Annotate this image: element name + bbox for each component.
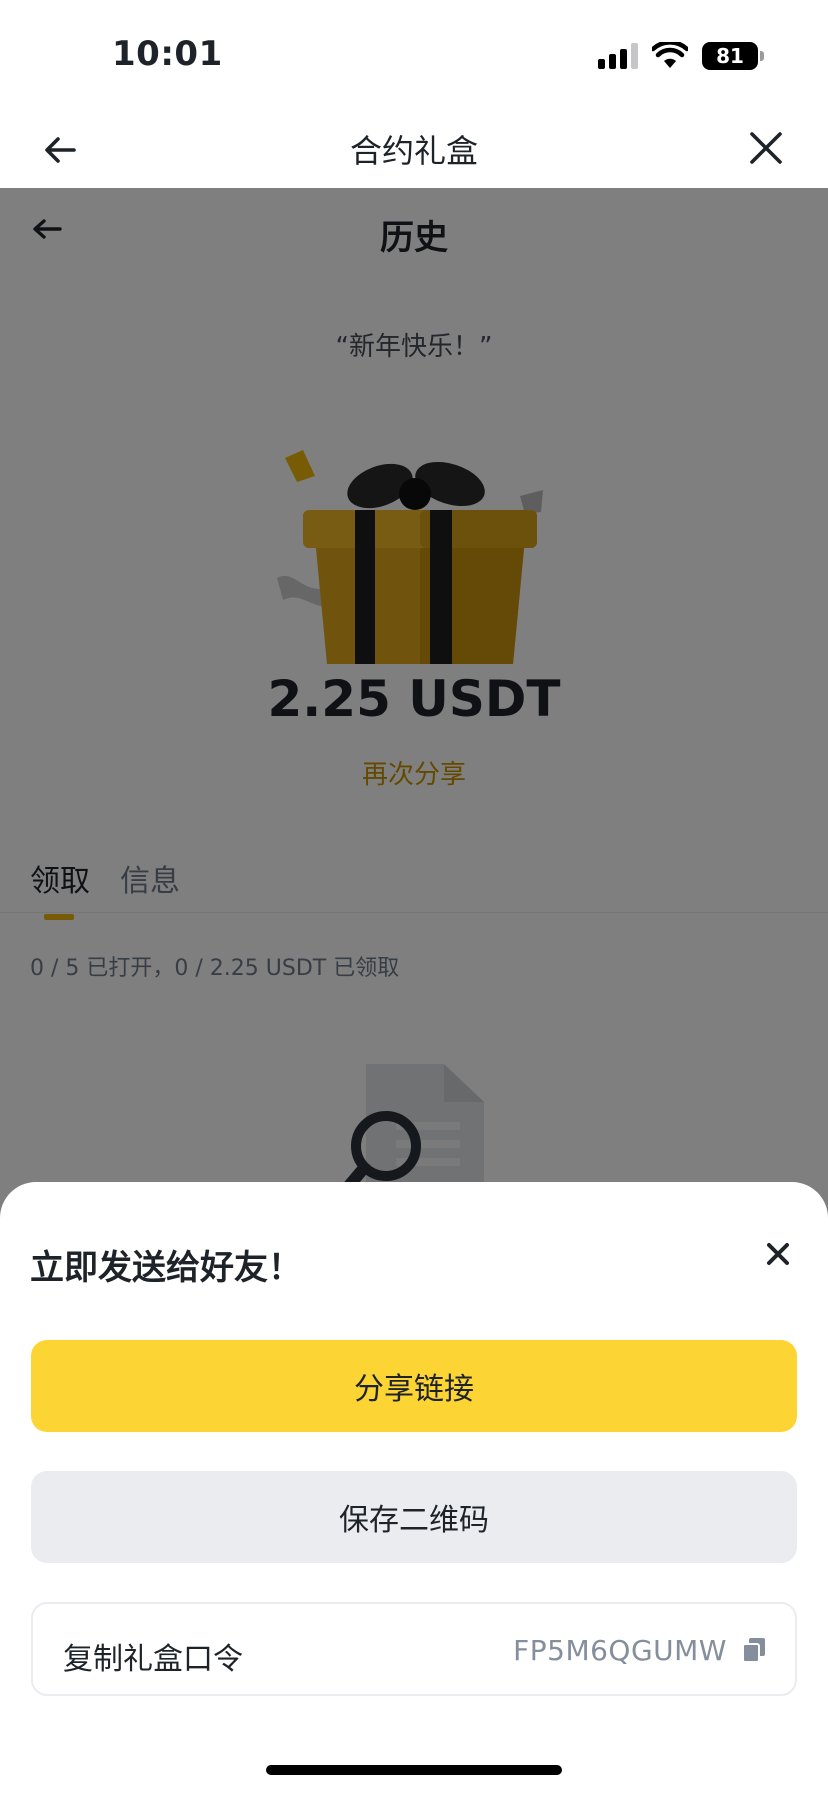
status-time: 10:01 [112, 34, 223, 74]
status-icons: 81 [598, 40, 764, 72]
gift-code-value: FP5M6QGUMW [513, 1634, 727, 1667]
close-icon[interactable] [744, 126, 788, 170]
cellular-signal-icon [598, 43, 638, 69]
status-bar: 10:01 81 [0, 0, 828, 110]
battery-icon: 81 [702, 42, 764, 70]
sheet-title: 立即发送给好友！ [30, 1248, 302, 1288]
share-link-button[interactable]: 分享链接 [31, 1340, 797, 1432]
share-sheet: 立即发送给好友！ 分享链接 保存二维码 复制礼盒口令 FP5M6QGUMW [0, 1182, 828, 1795]
app-header: 合约礼盒 [0, 110, 828, 188]
page-title: 合约礼盒 [349, 132, 478, 170]
save-qr-button[interactable]: 保存二维码 [31, 1471, 797, 1563]
copy-code-row[interactable]: 复制礼盒口令 FP5M6QGUMW [31, 1602, 797, 1696]
battery-level: 81 [716, 44, 744, 68]
copy-icon[interactable] [743, 1638, 765, 1662]
wifi-icon [652, 42, 688, 68]
sheet-close-icon[interactable] [762, 1238, 794, 1270]
copy-code-label: 复制礼盒口令 [63, 1642, 243, 1677]
home-indicator [266, 1765, 562, 1775]
